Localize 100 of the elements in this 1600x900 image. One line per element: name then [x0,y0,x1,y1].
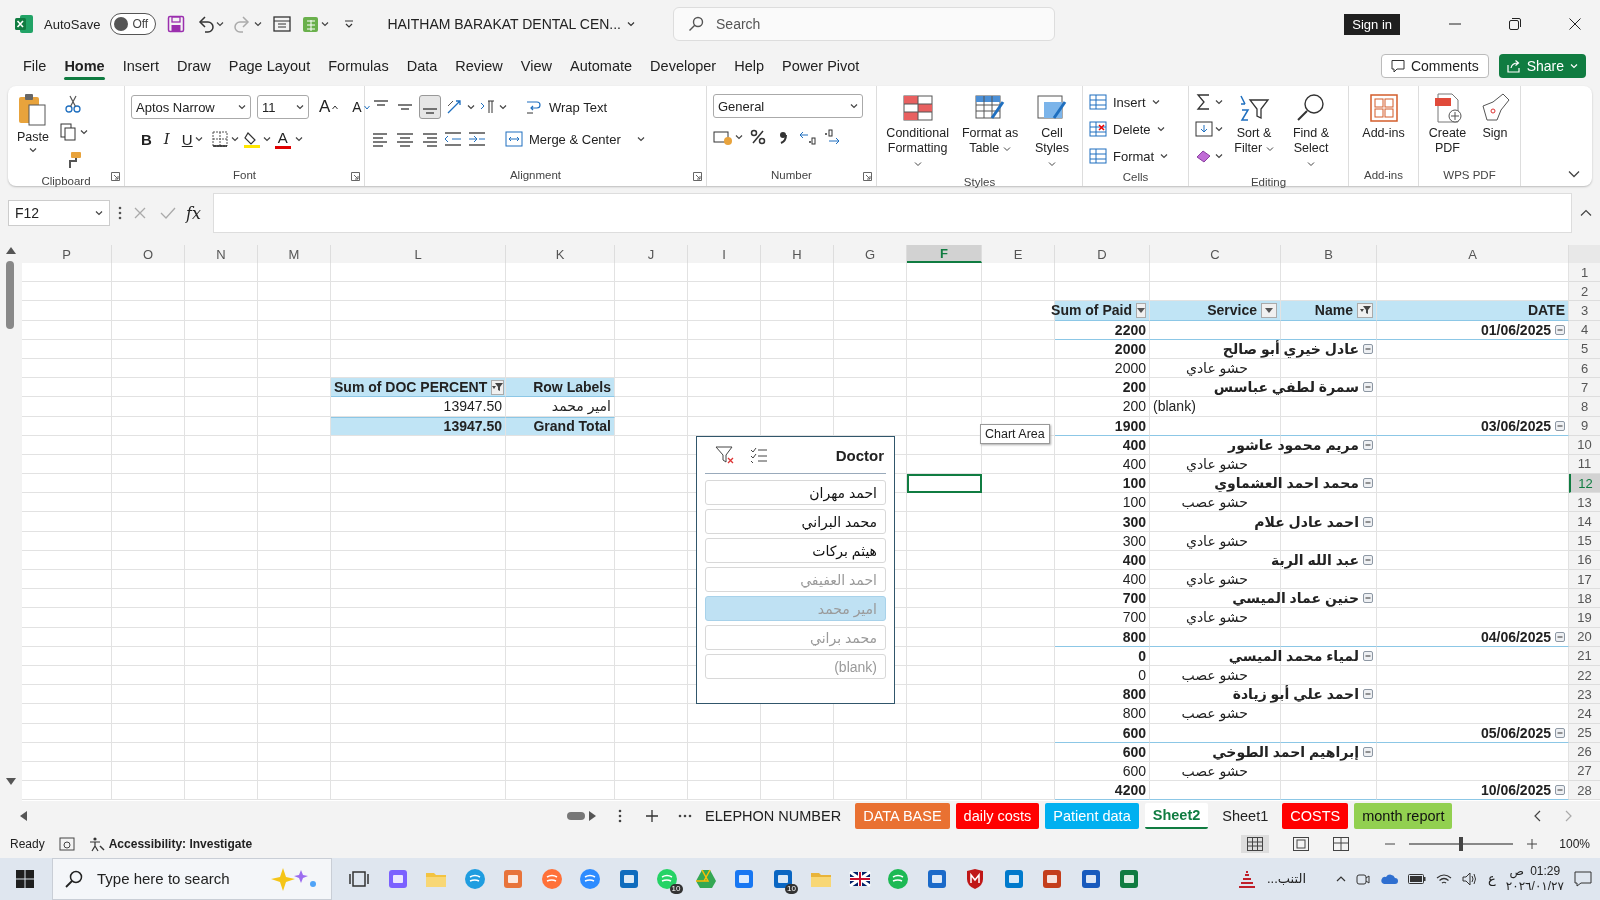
wrap-text-button[interactable]: Wrap Text [525,95,608,119]
menu-tab[interactable]: Draw [167,52,220,80]
group-label: Cells [1122,170,1149,185]
menu-tab[interactable]: Developer [641,52,726,80]
date-label: 04/06/2025 [1480,628,1551,645]
column-header[interactable]: J [615,245,688,263]
comments-button[interactable]: Comments [1380,54,1489,78]
menu-tab[interactable]: Automate [561,52,642,80]
share-button[interactable]: Share [1498,54,1586,78]
menu-tab[interactable]: Review [446,52,512,80]
format-as-table-button[interactable]: Format as Table [958,90,1022,173]
patient-name: احمد علي أبو زيادة [1232,686,1359,703]
paid-amount: 1900 [1114,417,1146,434]
column-header[interactable]: D [1055,245,1150,263]
name-box[interactable]: F12 [8,200,110,226]
group-label: Font [233,168,256,183]
menu-tab[interactable]: Formulas [319,52,398,80]
date-label: 10/06/2025 [1480,782,1551,799]
group-label: Number [771,168,812,183]
service-label: حشو عادي [1185,532,1248,549]
paid-amount: 400 [1122,551,1146,568]
bold-button[interactable]: B [137,127,156,151]
taskbar-search-field[interactable]: Type here to search [52,857,332,900]
menu-tab[interactable]: Help [725,52,773,80]
autosave-toggle[interactable]: Off [110,13,157,35]
insert-cells-button[interactable]: Insert [1089,90,1169,114]
sheet-tab[interactable]: daily costs [955,802,1040,829]
underline-button[interactable]: U [177,127,207,151]
slicer-item[interactable]: احمد مهران [705,480,886,505]
font-color-button[interactable]: A [274,129,291,149]
slicer-item[interactable]: محمد البراني [705,509,886,534]
delete-cells-button[interactable]: Delete [1089,117,1169,141]
row-header[interactable]: 24 [1569,704,1600,724]
row-header[interactable]: 23 [1569,685,1600,705]
row-header[interactable]: 19 [1569,608,1600,628]
sheet-tab[interactable]: Sheet2 [1144,802,1209,829]
row-header[interactable]: 7 [1569,378,1600,398]
group-label: WPS PDF [1443,168,1496,183]
format-cells-button[interactable]: Format [1089,144,1169,168]
sign-in-button[interactable]: Sign in [1344,13,1400,35]
cell-styles-button[interactable]: Cell Styles [1027,90,1076,173]
column-header[interactable]: O [112,245,185,263]
accessibility-button[interactable]: Accessibility: Investigate [88,834,253,855]
decrease-font-button[interactable]: A [348,95,374,119]
row-header[interactable]: 1 [1569,263,1600,283]
column-header[interactable]: M [258,245,331,263]
column-header[interactable]: I [688,245,761,263]
create-pdf-button[interactable]: Create PDF [1425,90,1470,166]
zoom-level[interactable]: 100% [1559,837,1590,852]
font-size-dropdown[interactable]: 11 [257,95,309,119]
row-header[interactable]: 2 [1569,282,1600,302]
paid-amount: 600 [1122,762,1146,779]
document-title[interactable]: HAITHAM BARAKAT DENTAL CEN... [387,16,635,32]
input-language[interactable]: ع [1488,871,1496,887]
insert-function-button[interactable]: fx [186,203,201,223]
paid-amount: 2000 [1114,360,1146,377]
row-header[interactable]: 18 [1569,589,1600,609]
sort-filter-button[interactable]: Sort & Filter [1229,90,1279,173]
row-header[interactable]: 8 [1569,397,1600,417]
column-header[interactable]: N [185,245,258,263]
menu-tab[interactable]: Power Pivot [773,52,869,80]
column-header[interactable]: L [331,245,506,263]
menu-tab[interactable]: Home [55,52,114,80]
row-header[interactable]: 17 [1569,570,1600,590]
column-header[interactable]: P [22,245,112,263]
sheet-tab[interactable]: month report [1354,802,1453,829]
menu-tab[interactable]: Data [397,52,447,80]
pivot-header: Sum of DOC PERCENT [334,379,488,396]
menu-tab[interactable]: View [511,52,561,80]
column-header[interactable]: H [761,245,834,263]
sheet-tab[interactable]: ELEPHON NUMBER [697,802,850,829]
sheet-tab[interactable]: Sheet1 [1214,802,1277,829]
conditional-formatting-button[interactable]: Conditional Formatting [883,90,953,173]
sign-button[interactable]: Sign [1476,90,1514,166]
column-header[interactable]: B [1281,245,1377,263]
column-header[interactable]: K [506,245,615,263]
number-format-dropdown[interactable]: General [713,94,863,118]
search-field[interactable]: Search [673,7,1055,41]
sheet-tab[interactable]: COSTS [1282,802,1349,829]
increase-font-button[interactable]: A [315,95,343,119]
paste-button[interactable]: Paste [14,90,52,172]
row-header[interactable]: 3 [1569,301,1600,321]
add-ins-button[interactable]: Add-ins [1355,90,1412,166]
column-header[interactable]: C [1150,245,1281,263]
menu-tab[interactable]: Insert [113,52,168,80]
italic-button[interactable]: I [159,127,174,151]
font-name-dropdown[interactable]: Aptos Narrow [131,95,251,119]
column-header[interactable]: E [982,245,1055,263]
row-header[interactable]: 28 [1569,781,1600,801]
menu-tab[interactable]: File [14,52,56,80]
clock-date: ٢٠٢٦/٠١/٢٧ [1505,878,1564,894]
merge-center-button[interactable]: Merge & Center [505,127,645,151]
find-select-button[interactable]: Find & Select [1285,90,1337,173]
date-label: 05/06/2025 [1480,724,1551,741]
menu-tab[interactable]: Page Layout [219,52,320,80]
status-text: Ready [10,837,45,852]
slicer-item[interactable]: هيثم بركات [705,538,886,563]
slicer-title: Doctor [835,446,884,464]
row-header[interactable]: 13 [1569,493,1600,513]
row-header[interactable]: 14 [1569,512,1600,532]
